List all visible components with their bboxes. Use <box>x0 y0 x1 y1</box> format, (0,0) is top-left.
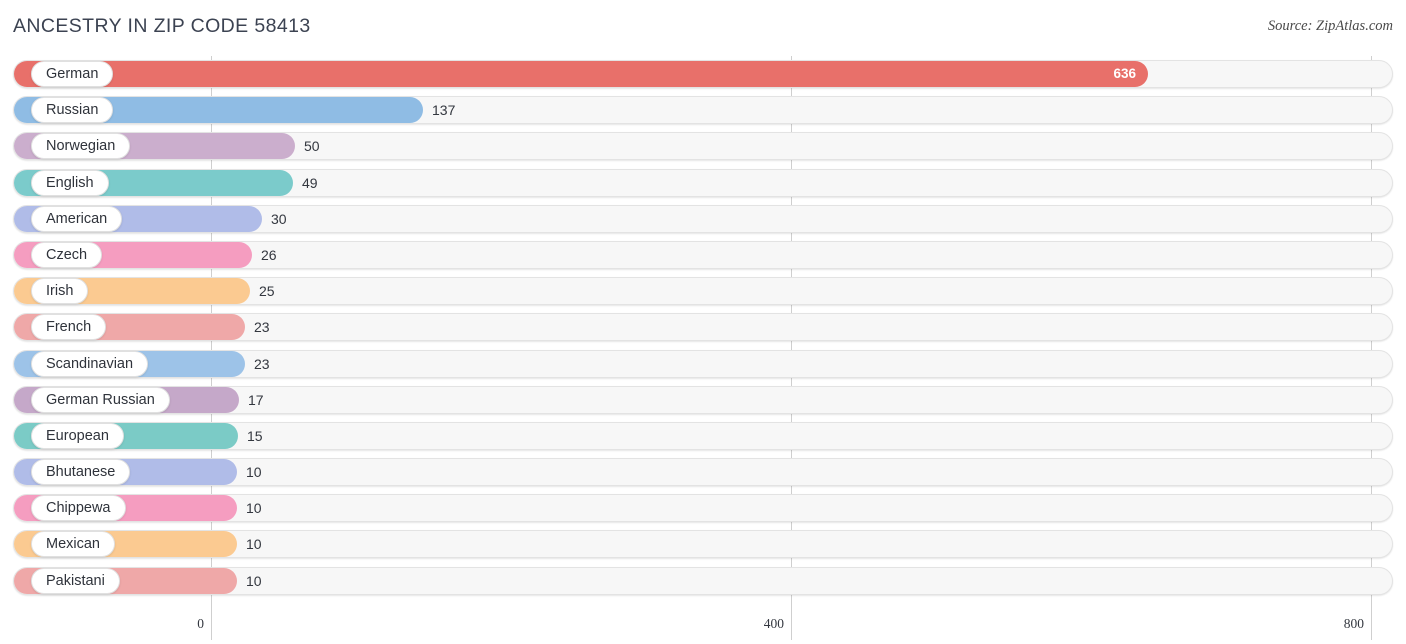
category-label[interactable]: Czech <box>31 241 103 268</box>
category-label[interactable]: German Russian <box>31 386 170 413</box>
bar-value-label: 23 <box>254 319 270 336</box>
bar-row[interactable]: 23 Scandinavian <box>0 346 1406 382</box>
bar-value-label: 30 <box>271 210 287 227</box>
bar-row[interactable]: 17 German Russian <box>0 382 1406 418</box>
axis-tick-label: 0 <box>197 616 204 631</box>
category-label[interactable]: Norwegian <box>31 133 131 160</box>
category-label[interactable]: Pakistani <box>31 567 120 594</box>
bar-value-label: 10 <box>246 464 262 481</box>
category-label[interactable]: Irish <box>31 278 89 305</box>
chart-plot-area: 636 German 137 Russian 50 Norwegian 49 English 3… <box>0 56 1406 610</box>
bar-row[interactable]: 25 Irish <box>0 273 1406 309</box>
category-label[interactable]: Bhutanese <box>31 459 131 486</box>
chart-header: ANCESTRY IN ZIP CODE 58413 Source: ZipAt… <box>0 0 1406 56</box>
bar-value-label: 636 <box>1113 66 1136 81</box>
bar-row[interactable]: 10 Bhutanese <box>0 454 1406 490</box>
bar-row[interactable]: 10 Pakistani <box>0 563 1406 599</box>
axis-tick-mark <box>211 610 212 640</box>
axis-tick-mark <box>1371 610 1372 640</box>
axis-tick-mark <box>791 610 792 640</box>
bar-row[interactable]: 49 English <box>0 165 1406 201</box>
bar-row[interactable]: 30 American <box>0 201 1406 237</box>
bar-value-label: 17 <box>248 391 264 408</box>
category-label[interactable]: American <box>31 205 123 232</box>
bar-value-label: 137 <box>432 102 456 119</box>
bar-row[interactable]: 636 German <box>0 56 1406 92</box>
category-label[interactable]: European <box>31 422 124 449</box>
bar-value-label: 26 <box>261 246 277 263</box>
bar-value-label: 15 <box>247 427 263 444</box>
bar-row[interactable]: 10 Mexican <box>0 526 1406 562</box>
bar-row[interactable]: 26 Czech <box>0 237 1406 273</box>
bar-row[interactable]: 137 Russian <box>0 92 1406 128</box>
x-axis: 0 400 800 <box>0 610 1406 644</box>
bar-value-label: 10 <box>246 572 262 589</box>
axis-tick-label: 800 <box>1343 616 1364 631</box>
bar-value-label: 10 <box>246 536 262 553</box>
category-label[interactable]: Chippewa <box>31 495 126 522</box>
category-label[interactable]: English <box>31 169 109 196</box>
bar-value-label: 49 <box>302 174 318 191</box>
bar-row[interactable]: 50 Norwegian <box>0 128 1406 164</box>
page-title: ANCESTRY IN ZIP CODE 58413 <box>13 15 311 37</box>
category-label[interactable]: German <box>31 61 114 87</box>
category-label[interactable]: French <box>31 314 107 341</box>
bar-row[interactable]: 15 European <box>0 418 1406 454</box>
source-attribution: Source: ZipAtlas.com <box>1267 18 1393 34</box>
category-label[interactable]: Mexican <box>31 531 115 558</box>
category-label[interactable]: Russian <box>31 97 114 124</box>
bar[interactable]: 636 <box>14 61 1148 87</box>
bar-row[interactable]: 10 Chippewa <box>0 490 1406 526</box>
bar-value-label: 10 <box>246 500 262 517</box>
axis-tick-label: 400 <box>763 616 784 631</box>
bar-value-label: 25 <box>259 283 275 300</box>
bar-row[interactable]: 23 French <box>0 309 1406 345</box>
bar-value-label: 23 <box>254 355 270 372</box>
bar-value-label: 50 <box>304 138 320 155</box>
bar-rows: 636 German 137 Russian 50 Norwegian 49 English 3… <box>0 56 1406 599</box>
category-label[interactable]: Scandinavian <box>31 350 149 377</box>
